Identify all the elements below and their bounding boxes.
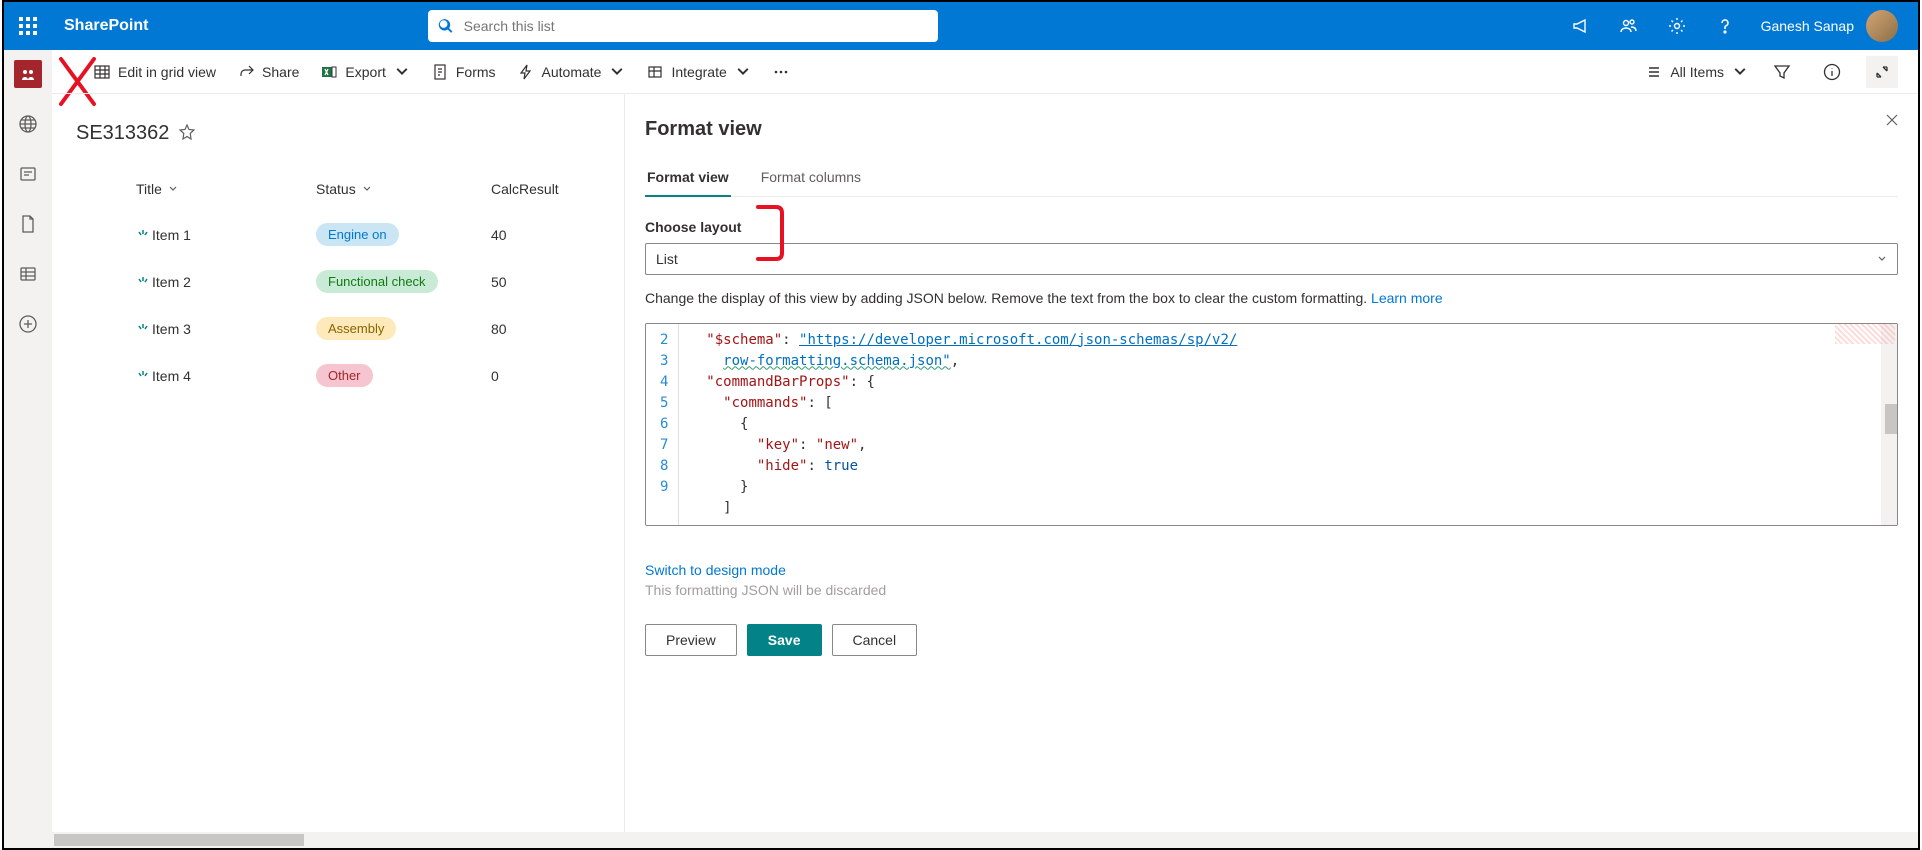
search-icon (438, 18, 453, 34)
rail-news-icon[interactable] (12, 158, 44, 190)
favorite-star-icon[interactable] (179, 124, 195, 143)
close-button[interactable] (1884, 112, 1900, 131)
status-badge: Engine on (316, 223, 399, 246)
search-input[interactable] (464, 18, 929, 34)
title-cell: Item 3 (136, 321, 316, 337)
row-title: Item 1 (152, 227, 191, 243)
settings-icon[interactable] (1653, 2, 1701, 50)
table-row[interactable]: Item 4 Other 0 (76, 352, 600, 399)
integrate-icon (647, 64, 663, 80)
brand-label[interactable]: SharePoint (52, 17, 160, 35)
chevron-down-icon (609, 64, 625, 80)
more-icon (773, 64, 789, 80)
app-launcher[interactable] (4, 2, 52, 50)
panel-title: Format view (645, 118, 1898, 141)
export-button[interactable]: Export (321, 64, 409, 80)
calc-value: 80 (491, 321, 591, 337)
editor-content[interactable]: "$schema": "https://developer.microsoft.… (679, 324, 1897, 525)
megaphone-icon[interactable] (1557, 2, 1605, 50)
forms-button[interactable]: Forms (432, 64, 496, 80)
switch-design-mode-link[interactable]: Switch to design mode (645, 562, 1898, 578)
view-selector[interactable]: All Items (1646, 64, 1748, 80)
expand-button[interactable] (1866, 56, 1898, 88)
cancel-button[interactable]: Cancel (832, 624, 918, 656)
table-row[interactable]: Item 3 Assembly 80 (76, 305, 600, 352)
user-avatar[interactable] (1866, 10, 1898, 42)
table-row[interactable]: Item 2 Functional check 50 (76, 258, 600, 305)
rail-file-icon[interactable] (12, 208, 44, 240)
title-cell: Item 2 (136, 274, 316, 290)
integrate-button[interactable]: Integrate (647, 64, 750, 80)
format-view-panel: Format view Format view Format columns C… (624, 94, 1918, 848)
list-view-icon (1646, 64, 1662, 80)
learn-more-link[interactable]: Learn more (1371, 290, 1443, 306)
grid-icon (94, 64, 110, 80)
rail-add-icon[interactable] (12, 308, 44, 340)
command-bar: Edit in grid view Share Export Forms Aut… (52, 50, 1918, 94)
help-icon[interactable] (1701, 2, 1749, 50)
forms-icon (432, 64, 448, 80)
calc-value: 40 (491, 227, 591, 243)
share-button[interactable]: Share (238, 64, 299, 80)
status-badge: Other (316, 364, 373, 387)
excel-icon (321, 64, 337, 80)
automate-button[interactable]: Automate (518, 64, 626, 80)
automate-icon (518, 64, 534, 80)
rail-list-icon[interactable] (12, 258, 44, 290)
left-rail (4, 50, 52, 848)
filter-button[interactable] (1766, 56, 1798, 88)
column-header-title[interactable]: Title (136, 181, 316, 197)
chevron-down-icon (735, 64, 751, 80)
title-cell: Item 4 (136, 368, 316, 384)
save-button[interactable]: Save (747, 624, 822, 656)
horizontal-scrollbar[interactable] (52, 832, 1918, 848)
table-row[interactable]: Item 1 Engine on 40 (76, 211, 600, 258)
edit-grid-button[interactable]: Edit in grid view (94, 64, 216, 80)
rail-site-icon[interactable] (12, 58, 44, 90)
tab-format-columns[interactable]: Format columns (759, 161, 863, 196)
design-mode-subtext: This formatting JSON will be discarded (645, 582, 1898, 598)
row-title: Item 3 (152, 321, 191, 337)
rail-globe-icon[interactable] (12, 108, 44, 140)
tab-format-view[interactable]: Format view (645, 161, 731, 197)
row-title: Item 4 (152, 368, 191, 384)
calc-value: 50 (491, 274, 591, 290)
help-text: Change the display of this view by addin… (645, 289, 1898, 309)
chevron-down-icon (1732, 64, 1748, 80)
chevron-down-icon (394, 64, 410, 80)
people-icon[interactable] (1605, 2, 1653, 50)
chevron-down-icon (1877, 254, 1887, 264)
list-title: SE313362 (76, 122, 169, 145)
user-name[interactable]: Ganesh Sanap (1749, 18, 1866, 34)
choose-layout-label: Choose layout (645, 219, 1898, 235)
editor-gutter: 23456789 (646, 324, 679, 525)
column-header-status[interactable]: Status (316, 181, 491, 197)
editor-minimap[interactable] (1881, 324, 1897, 525)
share-icon (238, 64, 254, 80)
json-editor[interactable]: 23456789 "$schema": "https://developer.m… (645, 323, 1898, 526)
title-cell: Item 1 (136, 227, 316, 243)
calc-value: 0 (491, 368, 591, 384)
column-header-calc[interactable]: CalcResult (491, 181, 591, 197)
info-button[interactable] (1816, 56, 1848, 88)
suite-header: SharePoint Ganesh Sanap (4, 2, 1918, 50)
list-area: SE313362 Title Status CalcResult Item 1 … (52, 94, 624, 848)
layout-select[interactable]: List (645, 243, 1898, 275)
status-badge: Assembly (316, 317, 396, 340)
status-badge: Functional check (316, 270, 438, 293)
search-box[interactable] (428, 10, 938, 42)
preview-button[interactable]: Preview (645, 624, 737, 656)
row-title: Item 2 (152, 274, 191, 290)
more-button[interactable] (773, 64, 789, 80)
